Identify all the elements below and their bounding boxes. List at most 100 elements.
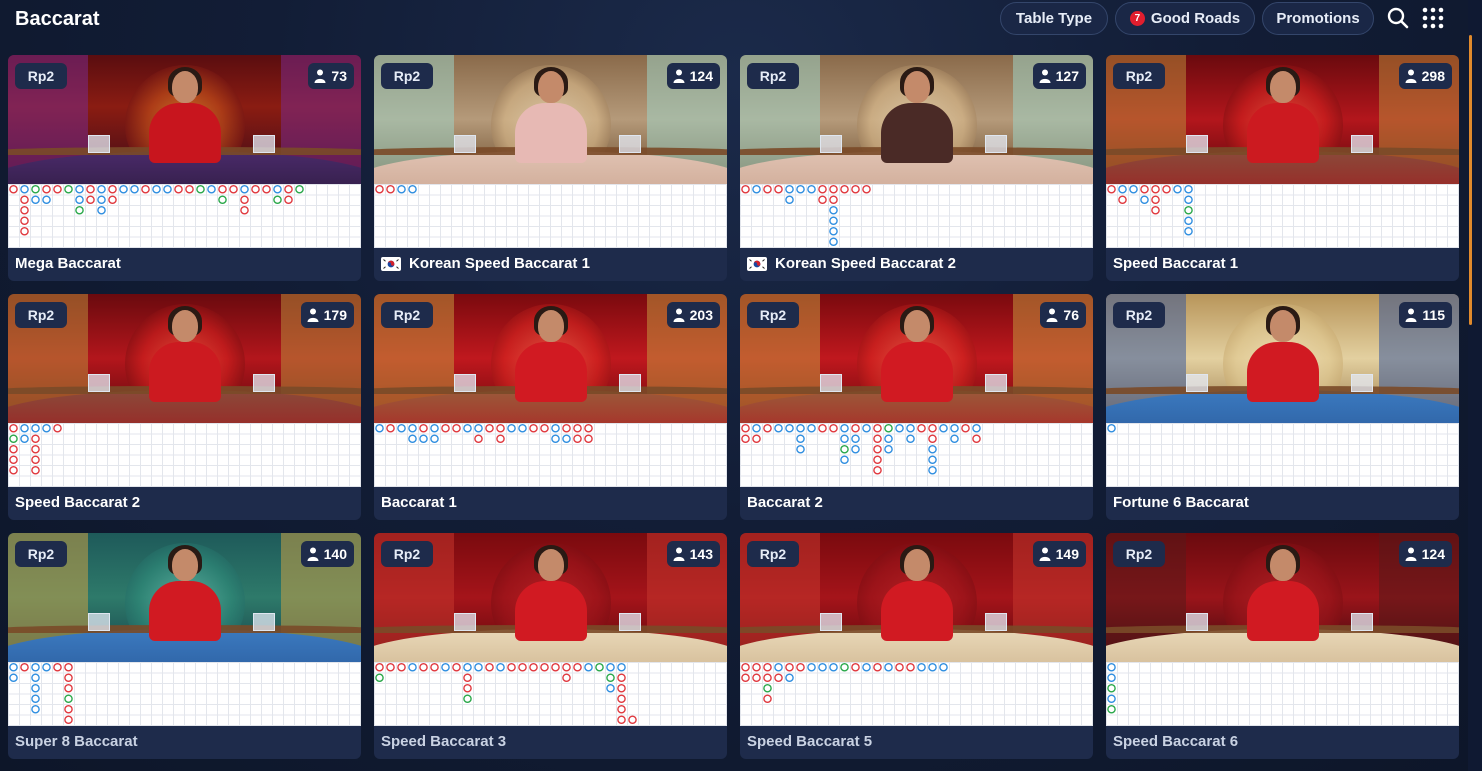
game-name: Korean Speed Baccarat 1 bbox=[409, 255, 590, 272]
road-bead-player bbox=[152, 184, 161, 194]
road-bead-banker bbox=[141, 184, 150, 194]
road-bead-player bbox=[928, 465, 937, 475]
road-bead-banker bbox=[928, 423, 937, 433]
player-count: 115 bbox=[1422, 307, 1445, 323]
road-bead-tie bbox=[218, 195, 227, 205]
player-count-badge: 143 bbox=[666, 541, 720, 567]
road-bead-player bbox=[807, 423, 816, 433]
player-count-badge: 127 bbox=[1032, 63, 1086, 89]
game-card[interactable]: Rp2 298 Speed Baccarat 1 bbox=[1106, 55, 1459, 281]
road-bead-player bbox=[408, 184, 417, 194]
person-icon bbox=[1405, 308, 1417, 322]
road-bead-banker bbox=[419, 423, 428, 433]
road-bead-player bbox=[130, 184, 139, 194]
road-bead-player bbox=[1107, 694, 1116, 704]
table-grid: Rp2 73 Mega Baccarat Rp2 124 Korean Speed Bac… bbox=[8, 55, 1460, 771]
road-bead-player bbox=[906, 423, 915, 433]
table-type-filter[interactable]: Table Type bbox=[1000, 2, 1108, 35]
road-bead-player bbox=[42, 423, 51, 433]
road-bead-banker bbox=[785, 662, 794, 672]
game-card[interactable]: Rp2 179 Speed Baccarat 2 bbox=[8, 294, 361, 520]
road-bead-player bbox=[917, 662, 926, 672]
person-icon bbox=[1046, 308, 1058, 322]
road-bead-player bbox=[1173, 184, 1182, 194]
road-bead-banker bbox=[628, 715, 637, 725]
road-bead-banker bbox=[928, 434, 937, 444]
road-bead-banker bbox=[31, 455, 40, 465]
game-card[interactable]: Rp2 203 Baccarat 1 bbox=[374, 294, 727, 520]
road-bead-banker bbox=[64, 715, 73, 725]
road-bead-banker bbox=[818, 184, 827, 194]
road-bead-banker bbox=[20, 662, 29, 672]
scrollbar-thumb[interactable] bbox=[1469, 35, 1472, 325]
road-bead-player bbox=[884, 444, 893, 454]
road-bead-banker bbox=[240, 205, 249, 215]
road-bead-player bbox=[840, 434, 849, 444]
road-bead-player bbox=[562, 434, 571, 444]
bead-road bbox=[374, 184, 727, 248]
road-bead-tie bbox=[295, 184, 304, 194]
road-bead-banker bbox=[1162, 184, 1171, 194]
road-bead-banker bbox=[1118, 195, 1127, 205]
road-bead-player bbox=[496, 662, 505, 672]
road-bead-player bbox=[474, 662, 483, 672]
road-bead-banker bbox=[20, 226, 29, 236]
game-card[interactable]: Rp2 140 Super 8 Baccarat bbox=[8, 533, 361, 759]
road-bead-player bbox=[807, 662, 816, 672]
road-bead-banker bbox=[507, 662, 516, 672]
game-card[interactable]: Rp2 115 Fortune 6 Baccarat bbox=[1106, 294, 1459, 520]
bet-limit-badge: Rp2 bbox=[15, 541, 67, 567]
road-bead-banker bbox=[562, 423, 571, 433]
road-bead-banker bbox=[829, 423, 838, 433]
bead-road bbox=[1106, 662, 1459, 726]
road-bead-player bbox=[20, 184, 29, 194]
road-bead-player bbox=[606, 683, 615, 693]
road-bead-player bbox=[31, 704, 40, 714]
road-bead-banker bbox=[763, 184, 772, 194]
bead-road bbox=[8, 184, 361, 248]
road-bead-banker bbox=[86, 195, 95, 205]
road-bead-player bbox=[1107, 662, 1116, 672]
game-card[interactable]: Rp2 149 Speed Baccarat 5 bbox=[740, 533, 1093, 759]
bet-limit-badge: Rp2 bbox=[747, 63, 799, 89]
road-bead-player bbox=[785, 184, 794, 194]
road-bead-banker bbox=[1151, 195, 1160, 205]
bet-limit-badge: Rp2 bbox=[15, 302, 67, 328]
road-bead-banker bbox=[873, 434, 882, 444]
game-name: Fortune 6 Baccarat bbox=[1113, 494, 1249, 511]
game-name: Korean Speed Baccarat 2 bbox=[775, 255, 956, 272]
page-title: Baccarat bbox=[15, 8, 100, 30]
road-bead-player bbox=[851, 444, 860, 454]
game-card[interactable]: Rp2 73 Mega Baccarat bbox=[8, 55, 361, 281]
road-bead-banker bbox=[64, 683, 73, 693]
game-card[interactable]: Rp2 143 Speed Baccarat 3 bbox=[374, 533, 727, 759]
road-bead-banker bbox=[529, 662, 538, 672]
game-card[interactable]: Rp2 76 Baccarat 2 bbox=[740, 294, 1093, 520]
road-bead-banker bbox=[496, 434, 505, 444]
road-bead-banker bbox=[452, 423, 461, 433]
game-card[interactable]: Rp2 124 Speed Baccarat 6 bbox=[1106, 533, 1459, 759]
road-bead-banker bbox=[906, 662, 915, 672]
road-bead-banker bbox=[463, 683, 472, 693]
bet-limit-badge: Rp2 bbox=[381, 63, 433, 89]
road-bead-banker bbox=[518, 662, 527, 672]
player-count: 124 bbox=[689, 68, 713, 84]
promotions-filter[interactable]: Promotions bbox=[1262, 2, 1374, 35]
road-bead-banker bbox=[9, 423, 18, 433]
grid-menu-icon[interactable] bbox=[1421, 6, 1445, 30]
road-bead-tie bbox=[1184, 205, 1193, 215]
game-card[interactable]: Rp2 127 Korean Speed Baccarat 2 bbox=[740, 55, 1093, 281]
game-card[interactable]: Rp2 124 Korean Speed Baccarat 1 bbox=[374, 55, 727, 281]
road-bead-player bbox=[240, 184, 249, 194]
road-bead-tie bbox=[595, 662, 604, 672]
road-bead-banker bbox=[463, 673, 472, 683]
bet-limit-badge: Rp2 bbox=[1113, 541, 1165, 567]
good-roads-filter[interactable]: 7 Good Roads bbox=[1115, 2, 1255, 35]
road-bead-banker bbox=[617, 704, 626, 714]
road-bead-player bbox=[774, 423, 783, 433]
road-bead-banker bbox=[829, 195, 838, 205]
game-title: Baccarat 2 bbox=[747, 494, 823, 511]
search-icon[interactable] bbox=[1386, 6, 1410, 30]
road-bead-banker bbox=[474, 434, 483, 444]
player-count-badge: 124 bbox=[1398, 541, 1452, 567]
